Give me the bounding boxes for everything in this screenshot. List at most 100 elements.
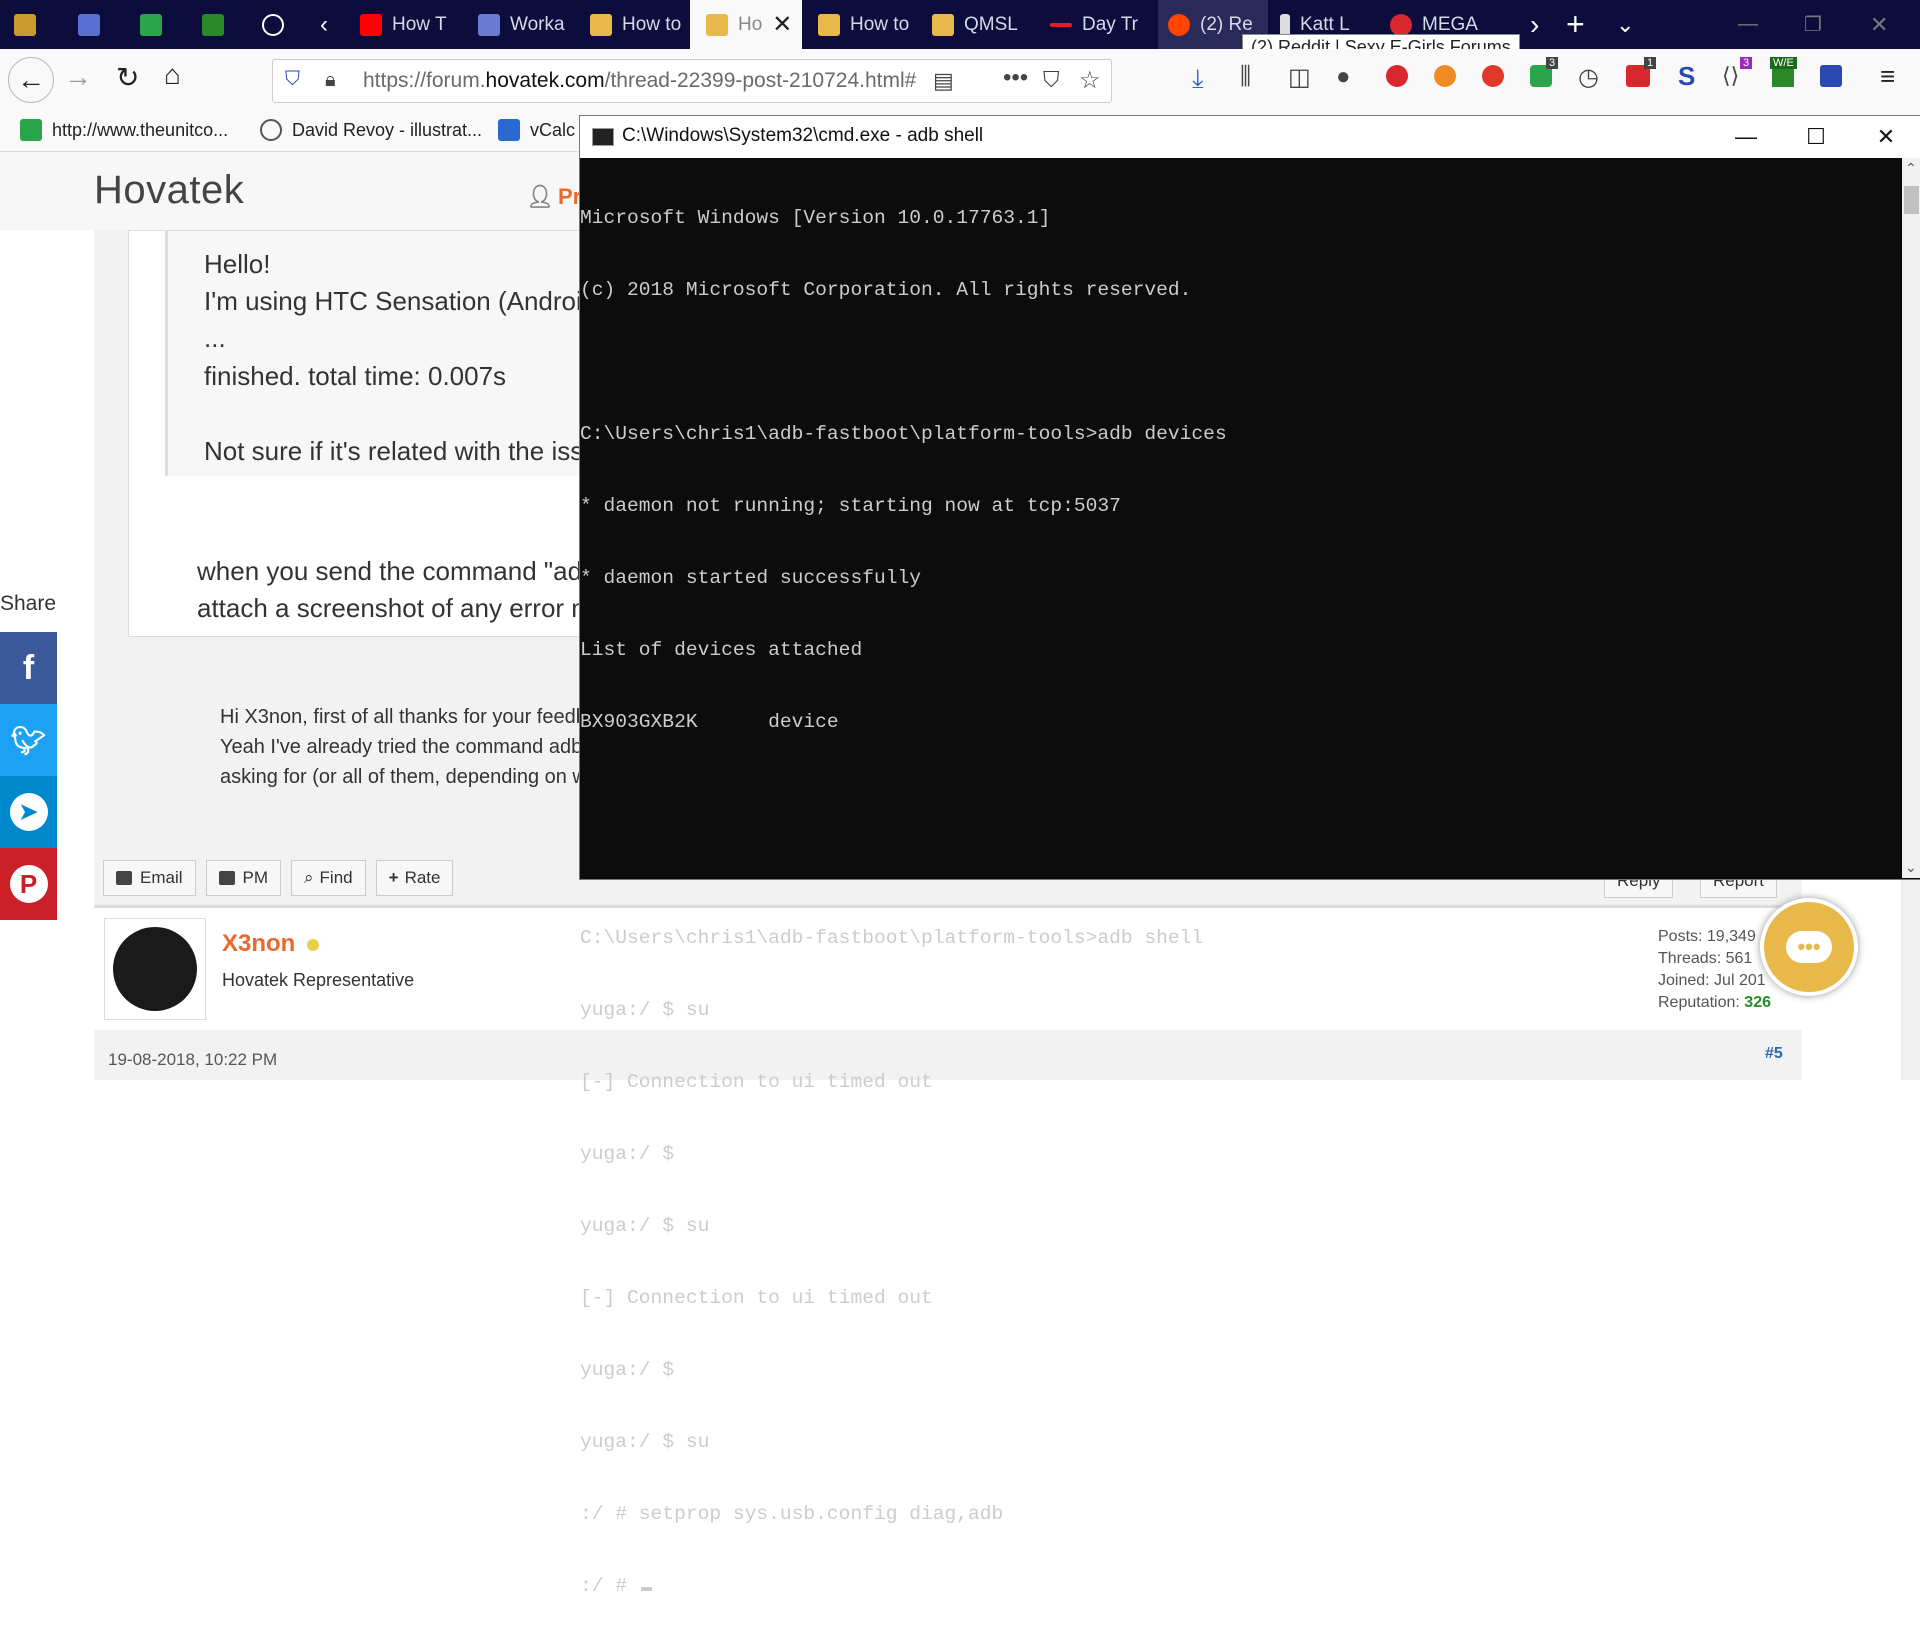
close-icon[interactable]: ✕ <box>772 10 792 39</box>
twitter-share-button[interactable]: 🐦︎ <box>0 704 57 776</box>
console-line: * daemon not running; starting now at tc… <box>580 495 1121 517</box>
scrollbar-thumb[interactable] <box>1904 186 1919 214</box>
console-line: [-] Connection to ui timed out <box>580 1071 933 1093</box>
pinned-tab[interactable] <box>78 0 118 49</box>
bookmark-item[interactable]: vCalc <box>498 119 575 141</box>
online-status-icon <box>307 939 320 951</box>
mega-extension-icon[interactable] <box>1386 65 1408 87</box>
url-bar[interactable]: ⛉ 🔒︎ https://forum.hovatek.com/thread-22… <box>272 59 1112 103</box>
shield-icon[interactable]: ⛉ <box>285 68 300 91</box>
console-line: yuga:/ $ su <box>580 1431 710 1453</box>
console-prompt-line[interactable]: :/ # <box>580 1574 1902 1598</box>
avatar[interactable] <box>104 918 206 1020</box>
hovatek-icon <box>590 13 612 36</box>
cmd-title-bar[interactable]: C:\Windows\System32\cmd.exe - adb shell … <box>580 116 1920 158</box>
quote-line: I'm using HTC Sensation (Androi <box>204 286 582 316</box>
menu-icon[interactable]: ≡ <box>1880 61 1895 92</box>
back-button[interactable]: ← <box>8 57 54 103</box>
tab-qmsl[interactable]: QMSL <box>932 0 1030 49</box>
account-icon[interactable]: ● <box>1336 63 1351 91</box>
extension-icon[interactable] <box>1482 65 1504 87</box>
console-line: yuga:/ $ su <box>580 1215 710 1237</box>
download-icon[interactable]: ⤓ <box>1192 63 1204 95</box>
extension-icon[interactable] <box>1434 65 1456 87</box>
reader-view-icon[interactable]: ▤ <box>933 68 954 94</box>
globe-icon <box>262 13 284 36</box>
tab-hovatek[interactable]: How to <box>590 0 688 49</box>
cmd-scrollbar[interactable]: ⌃ ⌄ <box>1902 158 1920 878</box>
console-line: (c) 2018 Microsoft Corporation. All righ… <box>580 279 1192 301</box>
maximize-button[interactable]: ☐ <box>1781 116 1851 158</box>
twitter-icon: 🐦︎ <box>10 724 47 756</box>
badge: 1 <box>1644 57 1657 69</box>
facebook-share-button[interactable]: f <box>0 632 57 704</box>
scroll-down-icon[interactable]: ⌄ <box>1905 859 1917 876</box>
lock-icon[interactable]: 🔒︎ <box>325 69 336 92</box>
tab-active-hovatek[interactable]: Ho ✕ <box>690 0 802 49</box>
forward-button[interactable]: → <box>64 61 92 93</box>
tab-worka[interactable]: Worka <box>478 0 578 49</box>
tab-list-button[interactable]: ⌄ <box>1616 0 1646 49</box>
s-extension-icon[interactable]: S <box>1678 61 1695 92</box>
message-icon <box>218 871 235 885</box>
cmd-window: C:\Windows\System32\cmd.exe - adb shell … <box>579 115 1920 1597</box>
share-label: Share <box>0 592 57 615</box>
app-icon <box>14 13 36 36</box>
pinned-tab[interactable] <box>14 0 54 49</box>
close-window-button[interactable]: ✕ <box>1870 0 1900 49</box>
code-extension-icon[interactable]: ⟨⟩ <box>1722 63 1739 89</box>
bookmark-star-icon[interactable]: ☆ <box>1079 66 1101 95</box>
header-link[interactable]: 👤︎ Pr <box>526 184 581 210</box>
tab-scroll-right[interactable]: › <box>1530 0 1554 49</box>
bookmark-item[interactable]: http://www.theunitco... <box>20 119 228 141</box>
globe-icon <box>260 119 282 141</box>
bookmark-item[interactable]: David Revoy - illustrat... <box>260 119 482 141</box>
rate-button[interactable]: + Rate <box>375 860 454 896</box>
sidebar-icon[interactable]: ◫ <box>1288 63 1311 92</box>
page-actions-icon[interactable]: ••• <box>1003 64 1028 92</box>
pocket-icon[interactable]: ⛉ <box>1043 67 1060 93</box>
hovatek-icon <box>706 13 728 36</box>
new-tab-button[interactable]: + <box>1566 0 1596 49</box>
app-icon <box>202 13 224 36</box>
console-output[interactable]: Microsoft Windows [Version 10.0.17763.1]… <box>580 158 1902 1597</box>
scroll-up-icon[interactable]: ⌃ <box>1905 160 1917 177</box>
pinterest-share-button[interactable]: P <box>0 848 57 920</box>
reload-button[interactable]: ↻ <box>116 61 139 94</box>
post-line: attach a screenshot of any error me <box>197 593 608 623</box>
reddit-icon <box>1168 13 1190 36</box>
tab-hovatek[interactable]: How to <box>818 0 916 49</box>
pinned-tab[interactable] <box>140 0 180 49</box>
console-line: yuga:/ $ <box>580 1143 675 1165</box>
minimize-button[interactable]: — <box>1711 116 1781 158</box>
library-icon[interactable]: ⫼ <box>1240 63 1251 91</box>
tab-day-trading[interactable]: Day Tr <box>1050 0 1148 49</box>
extension-icon[interactable] <box>1820 65 1842 87</box>
envelope-icon <box>116 871 132 885</box>
console-line: C:\Users\chris1\adb-fastboot\platform-to… <box>580 927 1204 949</box>
find-button[interactable]: ⌕ Find <box>291 860 366 896</box>
badge: 3 <box>1546 57 1559 69</box>
site-logo[interactable]: Hovatek <box>94 168 244 213</box>
close-button[interactable]: ✕ <box>1851 116 1920 158</box>
minimize-button[interactable]: — <box>1738 0 1768 49</box>
pinned-tab[interactable] <box>202 0 242 49</box>
cmd-icon <box>592 128 614 146</box>
search-icon: ⌕ <box>304 868 314 887</box>
timer-icon[interactable]: ◷ <box>1578 63 1599 92</box>
pm-button[interactable]: PM <box>205 860 282 896</box>
url-text[interactable]: https://forum.hovatek.com/thread-22399-p… <box>363 69 916 93</box>
username-link[interactable]: X3non <box>222 930 320 958</box>
console-line: yuga:/ $ <box>580 1359 675 1381</box>
email-button[interactable]: Email <box>103 860 196 896</box>
tab-scroll-left[interactable]: ‹ <box>320 0 350 49</box>
pinned-tab[interactable] <box>262 0 302 49</box>
cmd-title: C:\Windows\System32\cmd.exe - adb shell <box>622 125 984 146</box>
facebook-icon: f <box>22 648 35 687</box>
home-button[interactable]: ⌂ <box>164 59 181 91</box>
tab-youtube[interactable]: How T <box>360 0 460 49</box>
restore-button[interactable]: ❐ <box>1804 0 1834 49</box>
telegram-share-button[interactable]: ➤ <box>0 776 57 848</box>
